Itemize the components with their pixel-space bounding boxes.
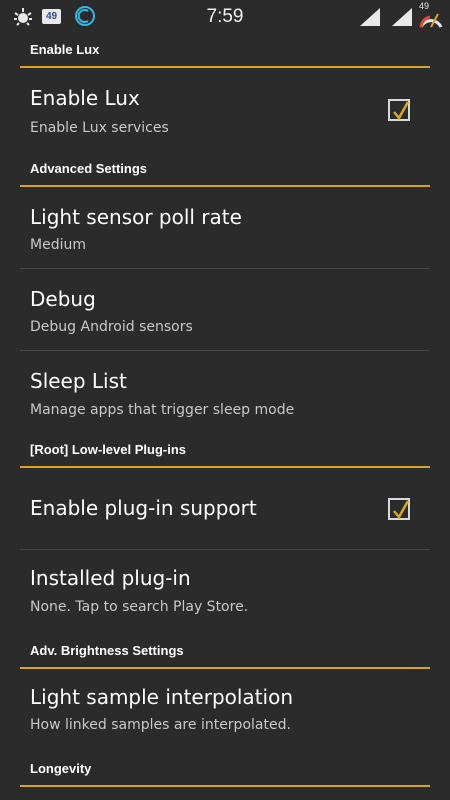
settings-list: Enable Lux Enable Lux Enable Lux service… xyxy=(0,34,450,787)
category-enable-lux: Enable Lux xyxy=(0,34,450,68)
category-title: [Root] Low-level Plug-ins xyxy=(30,442,186,457)
category-adv-brightness: Adv. Brightness Settings xyxy=(0,635,450,669)
pref-summary: How linked samples are interpolated. xyxy=(30,717,291,733)
pref-sleep-list[interactable]: Sleep List Manage apps that trigger slee… xyxy=(0,351,450,434)
category-title: Enable Lux xyxy=(30,42,100,57)
plugin-support-checkbox[interactable] xyxy=(388,498,410,520)
pref-title: Light sensor poll rate xyxy=(30,205,242,229)
category-title: Advanced Settings xyxy=(30,161,148,176)
pref-summary: Enable Lux services xyxy=(30,120,169,136)
pref-debug[interactable]: Debug Debug Android sensors xyxy=(0,269,450,351)
battery-icon xyxy=(418,8,444,32)
clock: 7:59 xyxy=(206,6,244,27)
pref-title: Debug xyxy=(30,287,96,311)
pref-title: Sleep List xyxy=(30,369,127,393)
pref-light-sensor-poll-rate[interactable]: Light sensor poll rate Medium xyxy=(0,187,450,269)
category-advanced-settings: Advanced Settings xyxy=(0,153,450,187)
pref-installed-plugin[interactable]: Installed plug-in None. Tap to search Pl… xyxy=(0,550,450,635)
pref-summary: Medium xyxy=(30,237,86,253)
pref-enable-lux[interactable]: Enable Lux Enable Lux services xyxy=(0,68,450,153)
enable-lux-checkbox[interactable] xyxy=(388,99,410,121)
pref-title: Enable plug-in support xyxy=(30,496,257,520)
pref-summary: Manage apps that trigger sleep mode xyxy=(30,402,295,418)
category-title: Longevity xyxy=(30,761,92,776)
category-title: Adv. Brightness Settings xyxy=(30,643,184,658)
pref-title: Installed plug-in xyxy=(30,566,191,590)
signal-icon-2 xyxy=(390,7,414,31)
pref-light-sample-interpolation[interactable]: Light sample interpolation How linked sa… xyxy=(0,669,450,753)
pref-title: Enable Lux xyxy=(30,86,140,110)
pref-title: Light sample interpolation xyxy=(30,685,293,709)
pref-summary: Debug Android sensors xyxy=(30,319,193,335)
pref-enable-plugin-support[interactable]: Enable plug-in support xyxy=(0,468,450,550)
pref-summary: None. Tap to search Play Store. xyxy=(30,599,249,615)
category-divider xyxy=(20,785,430,787)
signal-icon xyxy=(358,7,382,31)
status-bar: 49 7:59 49 xyxy=(0,0,450,34)
category-root-plugins: [Root] Low-level Plug-ins xyxy=(0,434,450,468)
category-longevity: Longevity xyxy=(0,753,450,787)
